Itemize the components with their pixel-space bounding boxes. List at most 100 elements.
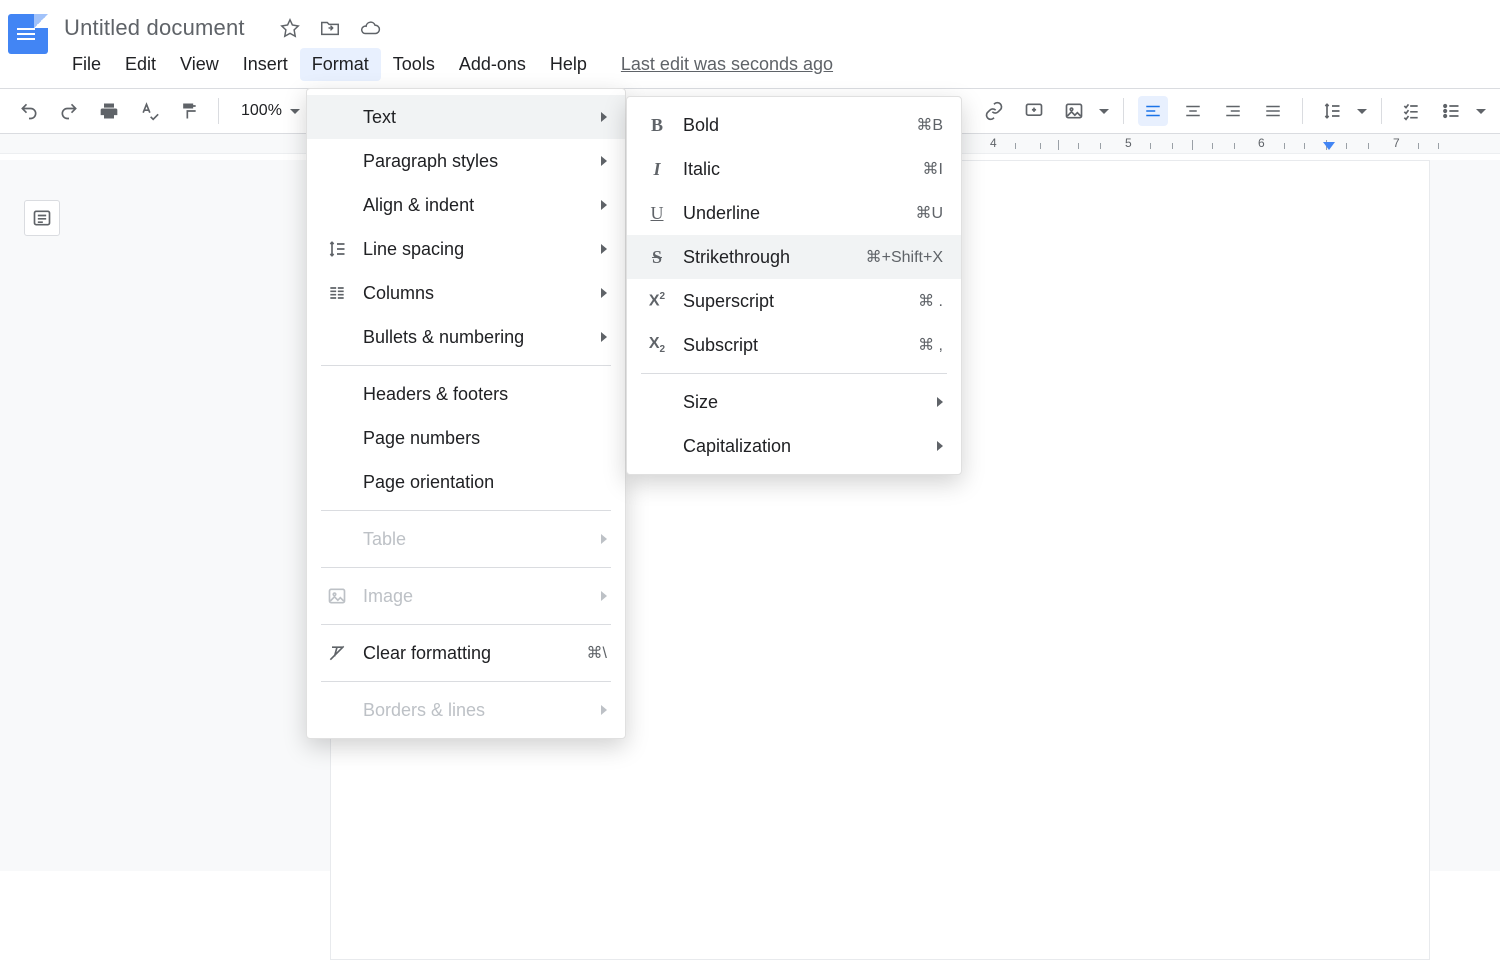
italic-icon: I: [645, 159, 669, 180]
chevron-right-icon: [601, 200, 607, 210]
menu-item-italic[interactable]: I Italic ⌘I: [627, 147, 961, 191]
align-right-button[interactable]: [1218, 96, 1248, 126]
menu-item-label: Bold: [683, 115, 902, 136]
ruler-tick-label: 6: [1258, 136, 1265, 150]
menu-item-bold[interactable]: B Bold ⌘B: [627, 103, 961, 147]
align-left-button[interactable]: [1138, 96, 1168, 126]
menu-insert[interactable]: Insert: [231, 48, 300, 81]
menu-item-label: Headers & footers: [363, 384, 607, 405]
title-bar: Untitled document File Edit View Insert …: [0, 0, 1500, 82]
docs-logo-icon[interactable]: [8, 14, 48, 54]
menu-format[interactable]: Format: [300, 48, 381, 81]
menu-item-shortcut: ⌘ .: [918, 291, 943, 311]
menu-tools[interactable]: Tools: [381, 48, 447, 81]
menu-item-label: Page orientation: [363, 472, 607, 493]
menu-item-label: Bullets & numbering: [363, 327, 587, 348]
align-justify-button[interactable]: [1258, 96, 1288, 126]
menu-item-capitalization[interactable]: Capitalization: [627, 424, 961, 468]
bulleted-list-button[interactable]: [1436, 96, 1466, 126]
menu-item-page-orientation[interactable]: Page orientation: [307, 460, 625, 504]
print-button[interactable]: [94, 96, 124, 126]
menu-item-shortcut: ⌘U: [915, 203, 943, 223]
menu-item-label: Size: [683, 392, 923, 413]
menu-file[interactable]: File: [60, 48, 113, 81]
chevron-right-icon: [601, 332, 607, 342]
menu-divider: [321, 624, 611, 625]
chevron-down-icon[interactable]: [1099, 109, 1109, 114]
undo-button[interactable]: [14, 96, 44, 126]
menu-item-label: Line spacing: [363, 239, 587, 260]
menu-divider: [321, 365, 611, 366]
indent-marker-icon[interactable]: [1323, 142, 1335, 150]
menu-help[interactable]: Help: [538, 48, 599, 81]
outline-toggle-button[interactable]: [24, 200, 60, 236]
chevron-right-icon: [601, 705, 607, 715]
menu-divider: [321, 510, 611, 511]
menu-view[interactable]: View: [168, 48, 231, 81]
document-title[interactable]: Untitled document: [64, 15, 245, 41]
chevron-right-icon: [937, 441, 943, 451]
menu-item-label: Superscript: [683, 291, 904, 312]
format-dropdown: Text Paragraph styles Align & indent Lin…: [306, 88, 626, 739]
insert-comment-button[interactable]: [1019, 96, 1049, 126]
paint-format-button[interactable]: [174, 96, 204, 126]
menu-item-strikethrough[interactable]: S Strikethrough ⌘+Shift+X: [627, 235, 961, 279]
menu-item-label: Image: [363, 586, 587, 607]
menu-item-shortcut: ⌘I: [923, 159, 943, 179]
insert-image-button[interactable]: [1059, 96, 1089, 126]
clear-format-icon: [325, 643, 349, 663]
menu-divider: [321, 567, 611, 568]
line-spacing-button[interactable]: [1317, 96, 1347, 126]
chevron-down-icon[interactable]: [1357, 109, 1367, 114]
columns-icon: [325, 283, 349, 303]
menu-item-clear-formatting[interactable]: Clear formatting ⌘\: [307, 631, 625, 675]
menu-item-shortcut: ⌘\: [587, 643, 607, 663]
line-spacing-icon: [325, 239, 349, 259]
chevron-down-icon: [290, 109, 300, 114]
subscript-icon: X2: [645, 335, 669, 355]
menu-item-subscript[interactable]: X2 Subscript ⌘ ,: [627, 323, 961, 367]
menu-item-shortcut: ⌘B: [916, 115, 943, 135]
menu-item-superscript[interactable]: X2 Superscript ⌘ .: [627, 279, 961, 323]
menu-item-shortcut: ⌘ ,: [918, 335, 943, 355]
last-edit-link[interactable]: Last edit was seconds ago: [621, 54, 833, 75]
menu-item-line-spacing[interactable]: Line spacing: [307, 227, 625, 271]
menu-item-size[interactable]: Size: [627, 380, 961, 424]
menu-divider: [641, 373, 947, 374]
ruler-tick-label: 7: [1393, 136, 1400, 150]
insert-link-button[interactable]: [979, 96, 1009, 126]
ruler-tick-label: 4: [990, 136, 997, 150]
menu-item-label: Strikethrough: [683, 247, 852, 268]
menu-item-bullets-numbering[interactable]: Bullets & numbering: [307, 315, 625, 359]
menu-item-label: Page numbers: [363, 428, 607, 449]
menu-item-label: Align & indent: [363, 195, 587, 216]
menu-item-text[interactable]: Text: [307, 95, 625, 139]
chevron-right-icon: [601, 288, 607, 298]
spellcheck-button[interactable]: [134, 96, 164, 126]
toolbar-separator: [1381, 98, 1382, 124]
menu-item-headers-footers[interactable]: Headers & footers: [307, 372, 625, 416]
move-folder-icon[interactable]: [319, 17, 341, 39]
menu-addons[interactable]: Add-ons: [447, 48, 538, 81]
menu-item-paragraph-styles[interactable]: Paragraph styles: [307, 139, 625, 183]
cloud-status-icon[interactable]: [359, 17, 381, 39]
menu-item-align-indent[interactable]: Align & indent: [307, 183, 625, 227]
checklist-button[interactable]: [1396, 96, 1426, 126]
menu-item-columns[interactable]: Columns: [307, 271, 625, 315]
menu-item-label: Paragraph styles: [363, 151, 587, 172]
menu-item-label: Borders & lines: [363, 700, 587, 721]
menu-edit[interactable]: Edit: [113, 48, 168, 81]
text-submenu: B Bold ⌘B I Italic ⌘I U Underline ⌘U S S…: [626, 96, 962, 475]
align-center-button[interactable]: [1178, 96, 1208, 126]
redo-button[interactable]: [54, 96, 84, 126]
menu-item-underline[interactable]: U Underline ⌘U: [627, 191, 961, 235]
ruler-tick-label: 5: [1125, 136, 1132, 150]
menu-item-page-numbers[interactable]: Page numbers: [307, 416, 625, 460]
chevron-down-icon[interactable]: [1476, 109, 1486, 114]
star-icon[interactable]: [279, 17, 301, 39]
menu-item-shortcut: ⌘+Shift+X: [866, 247, 943, 267]
superscript-icon: X2: [645, 291, 669, 310]
underline-icon: U: [645, 203, 669, 224]
zoom-select[interactable]: 100%: [233, 102, 308, 120]
toolbar-separator: [1302, 98, 1303, 124]
